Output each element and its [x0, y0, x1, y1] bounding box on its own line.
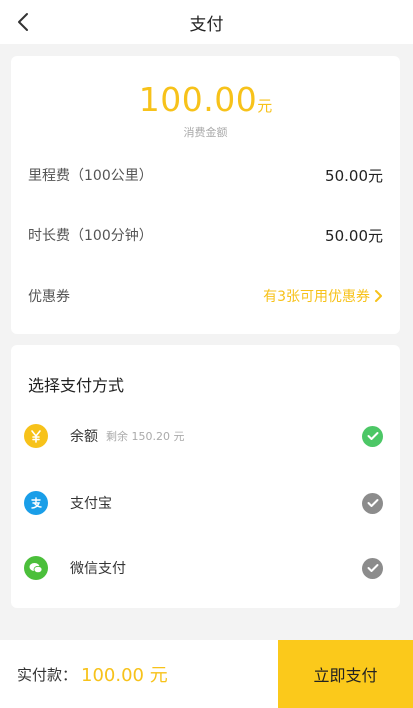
checkout-bar: 实付款： 100.00 元 立即支付 — [0, 640, 413, 708]
unselected-check-icon[interactable] — [362, 557, 383, 579]
total-amount-unit: 元 — [257, 97, 273, 115]
payment-option-label: 微信支付 — [70, 561, 126, 577]
payment-option-label: 支付宝 — [70, 496, 112, 512]
nav-bar: 支付 — [0, 0, 413, 44]
actual-payment-amount: 100.00 元 — [81, 665, 168, 686]
payment-method-title: 选择支付方式 — [28, 376, 125, 395]
back-button[interactable] — [16, 9, 40, 35]
coupon-row[interactable]: 优惠券 有3张可用优惠券 — [28, 284, 383, 308]
selected-check-icon[interactable] — [362, 425, 383, 447]
coupon-link[interactable]: 有3张可用优惠券 — [263, 286, 383, 306]
page-title: 支付 — [189, 14, 224, 35]
unselected-check-icon[interactable] — [362, 492, 383, 514]
mileage-fee-row: 里程费（100公里） 50.00元 — [28, 163, 383, 187]
duration-fee-row: 时长费（100分钟） 50.00元 — [28, 223, 383, 247]
payment-option-alipay[interactable]: 支付宝 — [24, 489, 383, 517]
mileage-fee-value: 50.00元 — [325, 166, 383, 185]
payment-option-wechat[interactable]: 微信支付 — [24, 554, 383, 582]
yen-icon — [24, 424, 48, 448]
coupon-value: 有3张可用优惠券 — [263, 289, 370, 305]
mileage-fee-label: 里程费（100公里） — [28, 168, 153, 184]
alipay-icon — [24, 491, 48, 515]
duration-fee-label: 时长费（100分钟） — [28, 228, 153, 244]
chevron-left-icon — [18, 13, 28, 31]
coupon-label: 优惠券 — [28, 289, 70, 305]
payment-option-label: 余额 — [70, 429, 98, 445]
actual-payment-label: 实付款： — [17, 665, 78, 684]
total-amount-label: 消费金额 — [183, 126, 228, 139]
balance-remaining: 剩余 150.20 元 — [106, 430, 185, 443]
wechat-icon — [24, 556, 48, 580]
duration-fee-value: 50.00元 — [325, 226, 383, 245]
fee-summary-card: 100.00元 消费金额 里程费（100公里） 50.00元 时长费（100分钟… — [11, 56, 400, 334]
chevron-right-icon — [375, 290, 382, 302]
total-amount: 100.00元 — [11, 80, 400, 119]
total-amount-value: 100.00 — [138, 80, 258, 119]
payment-option-balance[interactable]: 余额 剩余 150.20 元 — [24, 422, 383, 450]
payment-method-card: 选择支付方式 余额 剩余 150.20 元 支付宝 微信支付 — [11, 345, 400, 608]
pay-now-button[interactable]: 立即支付 — [278, 640, 413, 708]
